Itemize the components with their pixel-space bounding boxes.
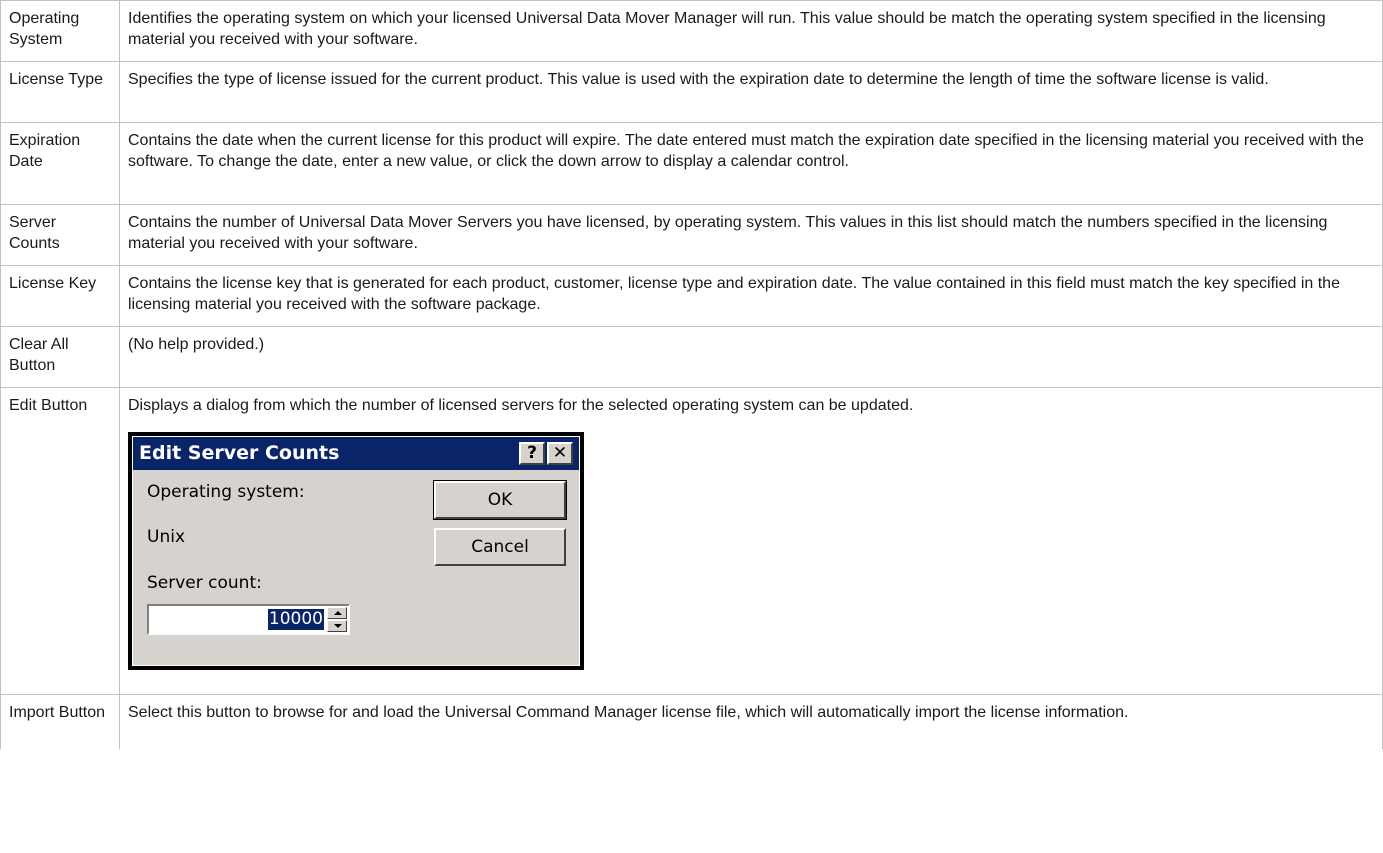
close-icon[interactable]: ✕ [547,442,573,465]
ok-button[interactable]: OK [433,480,567,520]
description-cell: Contains the number of Universal Data Mo… [119,204,1383,266]
description-cell: Contains the license key that is generat… [119,265,1383,327]
table-row: Operating System Identifies the operatin… [0,0,1383,62]
server-count-input[interactable]: 10000 [267,609,324,630]
term-cell: Clear All Button [0,326,120,388]
term-cell: Operating System [0,0,120,62]
dialog-title: Edit Server Counts [139,442,340,464]
description-cell: Identifies the operating system on which… [119,0,1383,62]
os-value: Unix [147,527,186,547]
table-row: Edit Button Displays a dialog from which… [0,387,1383,695]
help-table: Operating System Identifies the operatin… [0,0,1383,749]
arrow-down-icon [334,624,342,628]
table-row: License Key Contains the license key tha… [0,265,1383,327]
server-count-stepper[interactable]: 10000 [147,604,350,635]
term-cell: Server Counts [0,204,120,266]
server-count-label: Server count: [147,573,262,593]
description-text: Displays a dialog from which the number … [128,397,914,414]
arrow-up-icon [334,611,342,615]
table-row: Server Counts Contains the number of Uni… [0,204,1383,266]
table-row: Import Button Select this button to brow… [0,694,1383,749]
increment-button[interactable] [327,607,347,619]
term-cell: Expiration Date [0,122,120,205]
table-row: License Type Specifies the type of licen… [0,61,1383,123]
spin-buttons [327,607,347,632]
dialog-title-bar: Edit Server Counts [133,437,579,470]
edit-server-counts-dialog: Edit Server Counts ? ✕ Operating system:… [128,432,584,670]
dialog-body: Edit Server Counts ? ✕ Operating system:… [132,436,580,666]
cancel-button[interactable]: Cancel [434,528,566,566]
description-cell: Displays a dialog from which the number … [119,387,1383,695]
os-label: Operating system: [147,482,305,502]
description-cell: Specifies the type of license issued for… [119,61,1383,123]
decrement-button[interactable] [327,620,347,632]
table-row: Clear All Button (No help provided.) [0,326,1383,388]
table-row: Expiration Date Contains the date when t… [0,122,1383,205]
help-button[interactable]: ? [519,442,545,465]
term-cell: Import Button [0,694,120,749]
term-cell: Edit Button [0,387,120,695]
term-cell: License Key [0,265,120,327]
description-cell: Contains the date when the current licen… [119,122,1383,205]
term-cell: License Type [0,61,120,123]
description-cell: (No help provided.) [119,326,1383,388]
description-cell: Select this button to browse for and loa… [119,694,1383,749]
